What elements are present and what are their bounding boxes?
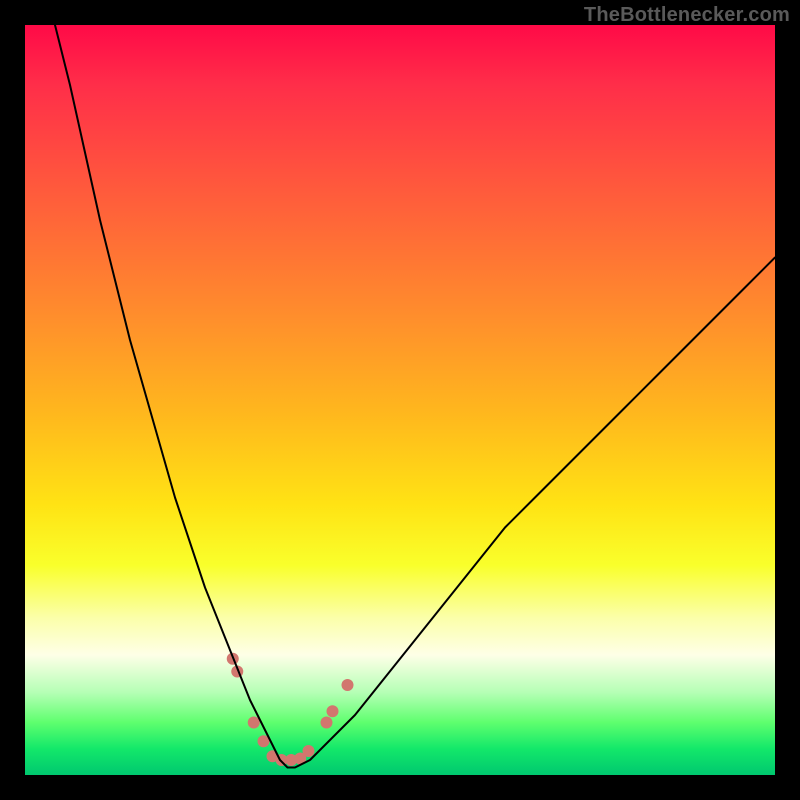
chart-svg bbox=[25, 25, 775, 775]
highlight-marker bbox=[327, 705, 339, 717]
highlight-marker bbox=[321, 717, 333, 729]
highlight-markers-group bbox=[227, 653, 354, 766]
bottleneck-curve bbox=[55, 25, 775, 768]
watermark-text: TheBottlenecker.com bbox=[584, 4, 790, 27]
chart-frame: TheBottlenecker.com bbox=[0, 0, 800, 800]
highlight-marker bbox=[303, 745, 315, 757]
highlight-marker bbox=[248, 717, 260, 729]
plot-area bbox=[25, 25, 775, 775]
highlight-marker bbox=[342, 679, 354, 691]
